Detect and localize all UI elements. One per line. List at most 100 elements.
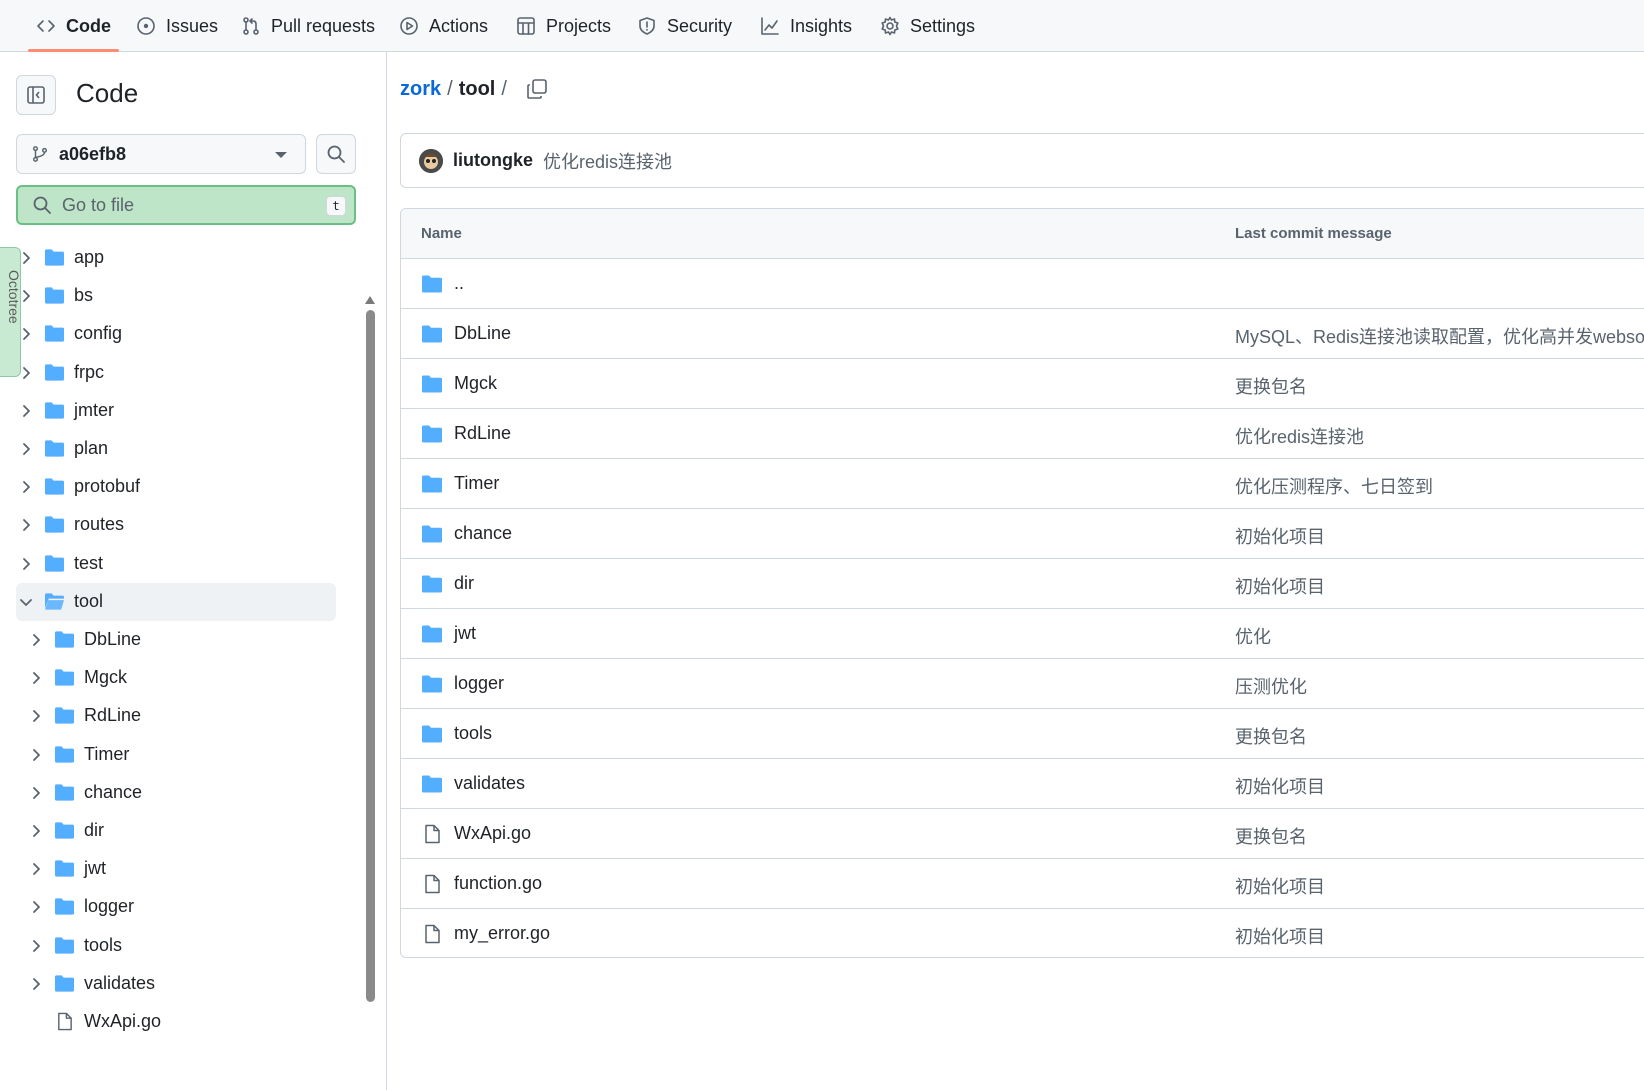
chevron-right-icon[interactable] xyxy=(28,823,44,839)
author-avatar[interactable] xyxy=(419,148,443,173)
file-name-link[interactable]: chance xyxy=(454,523,512,544)
commit-message-link[interactable]: 初始化项目 xyxy=(1235,923,1325,949)
tree-file-item[interactable]: WxApi.go xyxy=(0,1003,336,1041)
tab-security[interactable]: Security xyxy=(637,0,732,52)
commit-message-link[interactable]: 优化压测程序、七日签到 xyxy=(1235,473,1433,499)
tree-folder-item[interactable]: chance xyxy=(0,774,336,812)
folder-row[interactable]: tools 更换包名 xyxy=(401,709,1644,759)
octotree-tab[interactable]: Octotree xyxy=(0,247,21,377)
chevron-right-icon[interactable] xyxy=(18,517,34,533)
commit-message-link[interactable]: 初始化项目 xyxy=(1235,573,1325,599)
tree-folder-item[interactable]: app xyxy=(0,239,336,277)
breadcrumb-repo-link[interactable]: zork xyxy=(400,78,441,101)
file-name-link[interactable]: .. xyxy=(454,273,464,294)
tree-folder-item[interactable]: config xyxy=(0,315,336,353)
file-name-link[interactable]: RdLine xyxy=(454,423,511,444)
tree-folder-item[interactable]: protobuf xyxy=(0,468,336,506)
tab-settings[interactable]: Settings xyxy=(880,0,975,52)
folder-row[interactable]: Mgck 更换包名 xyxy=(401,359,1644,409)
tree-folder-item[interactable]: test xyxy=(0,545,336,583)
folder-row[interactable]: jwt 优化 xyxy=(401,609,1644,659)
folder-row[interactable]: dir 初始化项目 xyxy=(401,559,1644,609)
chevron-right-icon[interactable] xyxy=(18,479,34,495)
tab-pull-requests[interactable]: Pull requests xyxy=(241,0,375,52)
chevron-right-icon[interactable] xyxy=(18,556,34,572)
file-name-link[interactable]: jwt xyxy=(454,623,476,644)
chevron-right-icon[interactable] xyxy=(28,670,44,686)
commit-message-link[interactable]: 更换包名 xyxy=(1235,723,1307,749)
parent-directory-row[interactable]: .. xyxy=(401,259,1644,309)
commit-author[interactable]: liutongke xyxy=(453,150,533,171)
chevron-right-icon[interactable] xyxy=(18,403,34,419)
tree-folder-item[interactable]: validates xyxy=(0,965,336,1003)
file-name-link[interactable]: dir xyxy=(454,573,474,594)
folder-row[interactable]: RdLine 优化redis连接池 xyxy=(401,409,1644,459)
chevron-right-icon[interactable] xyxy=(18,441,34,457)
tree-folder-item[interactable]: Mgck xyxy=(0,659,336,697)
tab-projects[interactable]: Projects xyxy=(516,0,611,52)
commit-message-link[interactable]: MySQL、Redis连接池读取配置，优化高并发websocket xyxy=(1235,323,1644,349)
folder-row[interactable]: logger 压测优化 xyxy=(401,659,1644,709)
copy-path-button[interactable] xyxy=(526,78,548,100)
file-name-link[interactable]: tools xyxy=(454,723,492,744)
chevron-right-icon[interactable] xyxy=(28,938,44,954)
search-button[interactable] xyxy=(316,134,356,174)
tab-code[interactable]: Code xyxy=(28,0,119,52)
chevron-right-icon[interactable] xyxy=(28,976,44,992)
chevron-right-icon[interactable] xyxy=(28,632,44,648)
folder-row[interactable]: DbLine MySQL、Redis连接池读取配置，优化高并发websocket xyxy=(401,309,1644,359)
branch-selector[interactable]: a06efb8 xyxy=(16,134,306,174)
tree-folder-item[interactable]: jmter xyxy=(0,392,336,430)
file-name-link[interactable]: validates xyxy=(454,773,525,794)
tree-folder-item[interactable]: plan xyxy=(0,430,336,468)
commit-message-link[interactable]: 压测优化 xyxy=(1235,673,1307,699)
file-name-link[interactable]: WxApi.go xyxy=(454,823,531,844)
tree-folder-item[interactable]: DbLine xyxy=(0,621,336,659)
commit-message-link[interactable]: 更换包名 xyxy=(1235,373,1307,399)
sidebar-scrollbar[interactable] xyxy=(366,310,375,1002)
chevron-right-icon[interactable] xyxy=(28,708,44,724)
tab-insights[interactable]: Insights xyxy=(760,0,852,52)
folder-icon xyxy=(422,425,442,443)
file-name-link[interactable]: my_error.go xyxy=(454,923,550,944)
chevron-down-icon[interactable] xyxy=(18,594,34,610)
file-name-link[interactable]: logger xyxy=(454,673,504,694)
file-name-link[interactable]: DbLine xyxy=(454,323,511,344)
file-name-link[interactable]: Mgck xyxy=(454,373,497,394)
chevron-right-icon[interactable] xyxy=(28,861,44,877)
tree-folder-item[interactable]: routes xyxy=(0,506,336,544)
commit-message-link[interactable]: 优化redis连接池 xyxy=(1235,423,1364,449)
commit-message[interactable]: 优化redis连接池 xyxy=(543,148,672,174)
tree-folder-item[interactable]: dir xyxy=(0,812,336,850)
tree-folder-item[interactable]: bs xyxy=(0,277,336,315)
folder-row[interactable]: validates 初始化项目 xyxy=(401,759,1644,809)
tree-folder-item[interactable]: Timer xyxy=(0,736,336,774)
file-row[interactable]: function.go 初始化项目 xyxy=(401,859,1644,909)
tree-folder-item[interactable]: tool xyxy=(16,582,336,621)
file-row[interactable]: my_error.go 初始化项目 xyxy=(401,909,1644,957)
collapse-sidebar-button[interactable] xyxy=(16,75,56,115)
folder-icon xyxy=(45,478,64,495)
scroll-up-arrow[interactable] xyxy=(365,296,375,304)
commit-message-link[interactable]: 优化 xyxy=(1235,623,1271,649)
tree-folder-item[interactable]: tools xyxy=(0,927,336,965)
chevron-right-icon[interactable] xyxy=(28,899,44,915)
file-name-link[interactable]: function.go xyxy=(454,873,542,894)
chevron-right-icon[interactable] xyxy=(28,785,44,801)
tree-folder-item[interactable]: RdLine xyxy=(0,697,336,735)
tab-actions[interactable]: Actions xyxy=(399,0,488,52)
commit-message-link[interactable]: 初始化项目 xyxy=(1235,873,1325,899)
go-to-file-input[interactable]: Go to file t xyxy=(16,185,356,225)
commit-message-link[interactable]: 初始化项目 xyxy=(1235,773,1325,799)
tree-folder-item[interactable]: frpc xyxy=(0,354,336,392)
file-name-link[interactable]: Timer xyxy=(454,473,499,494)
commit-message-link[interactable]: 初始化项目 xyxy=(1235,523,1325,549)
tree-folder-item[interactable]: jwt xyxy=(0,850,336,888)
commit-message-link[interactable]: 更换包名 xyxy=(1235,823,1307,849)
folder-row[interactable]: chance 初始化项目 xyxy=(401,509,1644,559)
tree-folder-item[interactable]: logger xyxy=(0,888,336,926)
folder-row[interactable]: Timer 优化压测程序、七日签到 xyxy=(401,459,1644,509)
tab-issues[interactable]: Issues xyxy=(136,0,218,52)
chevron-right-icon[interactable] xyxy=(28,747,44,763)
file-row[interactable]: WxApi.go 更换包名 xyxy=(401,809,1644,859)
